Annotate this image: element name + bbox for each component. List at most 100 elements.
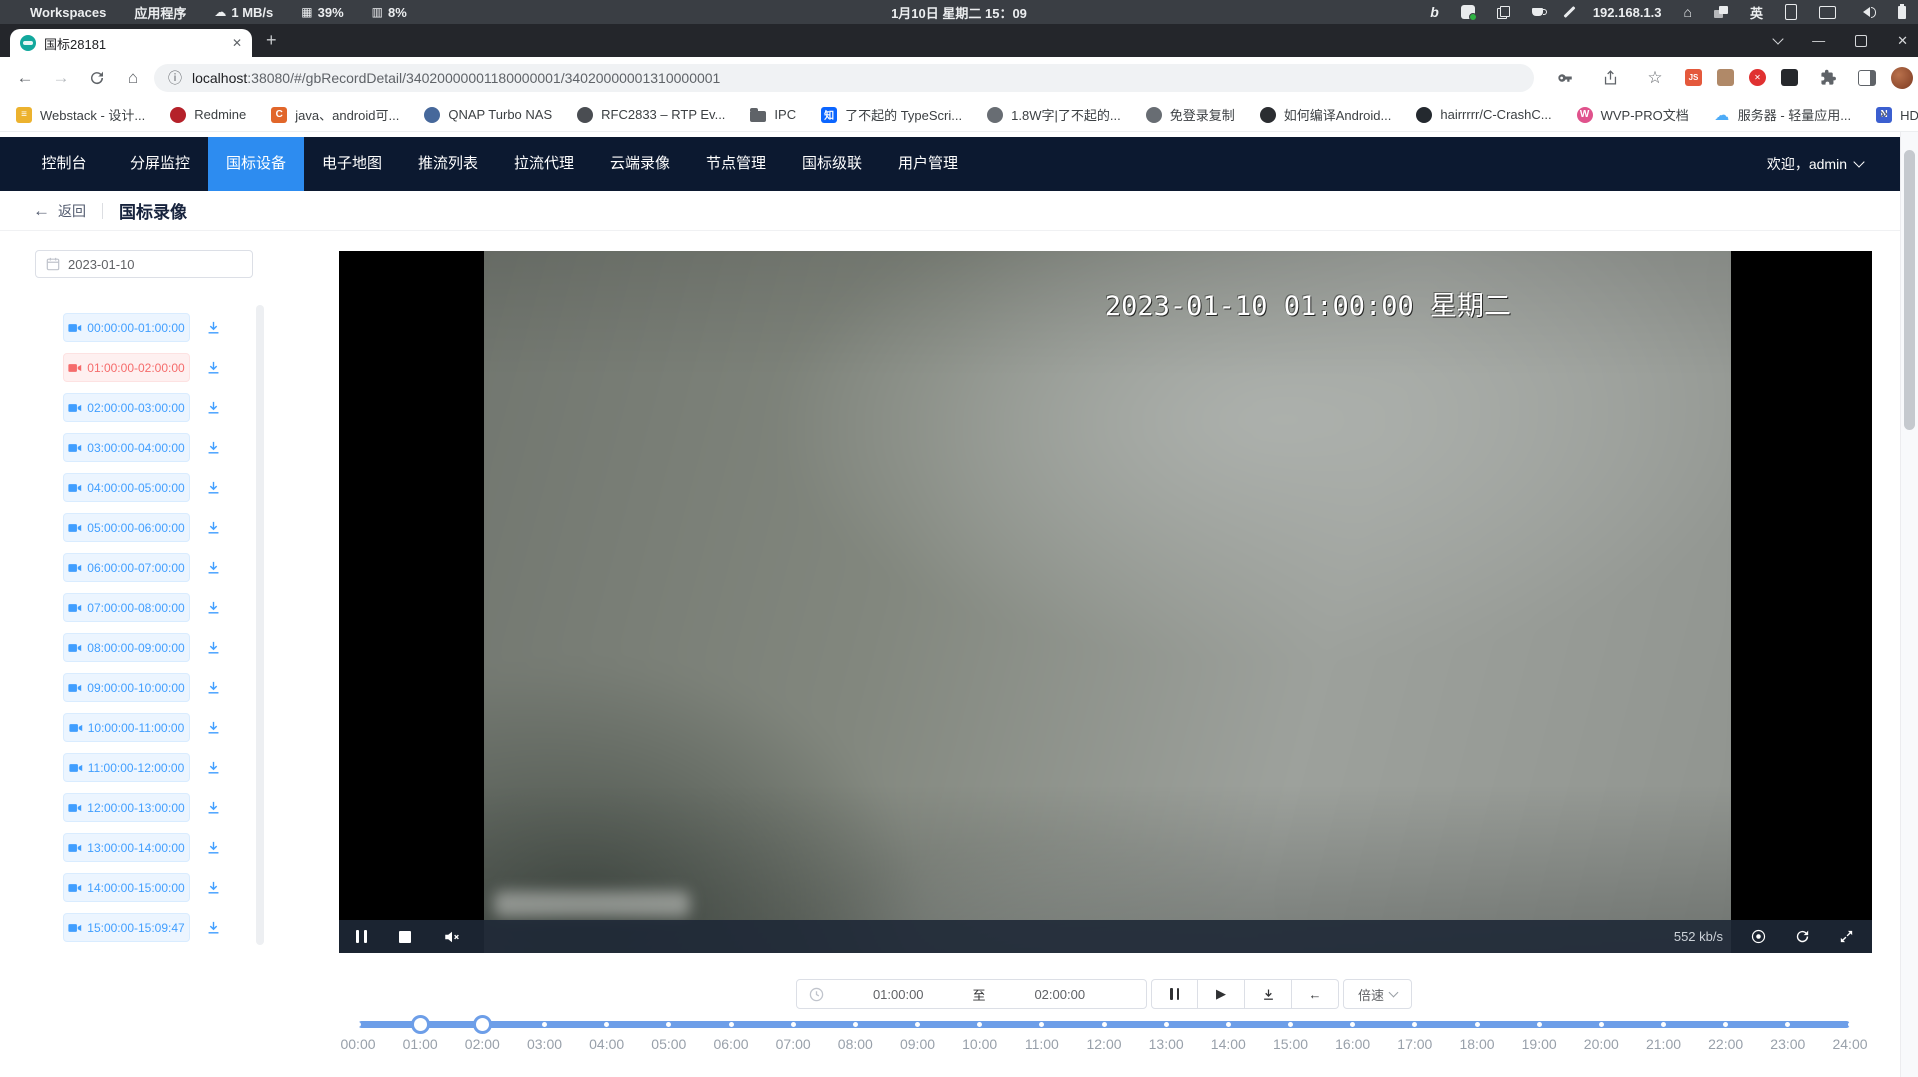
url-text[interactable]: localhost:38080/#/gbRecordDetail/3402000…	[192, 70, 720, 86]
player-pause-icon[interactable]	[356, 930, 367, 943]
download-icon[interactable]	[205, 399, 222, 416]
record-time-button[interactable]: 12:00:00-13:00:00	[63, 793, 190, 822]
home-tray-icon[interactable]: ⌂	[1684, 4, 1692, 20]
timeline-slider[interactable]: 00:0001:0002:0003:0004:0005:0006:0007:00…	[358, 1017, 1850, 1077]
address-bar[interactable]: ⓘ localhost:38080/#/gbRecordDetail/34020…	[154, 64, 1534, 92]
record-time-button[interactable]: 15:00:00-15:09:47	[63, 913, 190, 942]
bookmark[interactable]: C java、android可...	[271, 105, 399, 124]
bookmark[interactable]: ☁ 服务器 - 轻量应用...	[1714, 105, 1851, 124]
user-menu[interactable]: 欢迎，admin	[1767, 154, 1901, 174]
back-button[interactable]: ←	[10, 63, 40, 93]
download-icon[interactable]	[205, 599, 222, 616]
video-player[interactable]: 2023-01-10 01:00:00 星期二 552 kb/s	[339, 251, 1872, 953]
input-method-indicator[interactable]: 英	[1750, 3, 1763, 22]
download-icon[interactable]	[205, 719, 222, 736]
end-time-value[interactable]: 02:00:00	[986, 987, 1135, 1002]
coffee-tray-icon[interactable]	[1532, 8, 1543, 16]
nav-tab[interactable]: 电子地图	[304, 137, 400, 191]
player-mute-icon[interactable]	[443, 928, 461, 946]
download-button[interactable]	[1245, 979, 1292, 1009]
download-icon[interactable]	[205, 919, 222, 936]
new-tab-button[interactable]: +	[266, 24, 277, 57]
fullscreen-icon[interactable]	[1838, 928, 1855, 945]
refresh-icon[interactable]	[1794, 928, 1811, 945]
bookmarks-overflow-icon[interactable]: »	[1880, 105, 1896, 122]
nav-tab[interactable]: 国标级联	[784, 137, 880, 191]
password-key-icon[interactable]	[1550, 63, 1580, 93]
nav-tab[interactable]: 节点管理	[688, 137, 784, 191]
nav-tab[interactable]: 国标设备	[208, 137, 304, 191]
speed-dropdown[interactable]: 倍速	[1343, 979, 1412, 1009]
browser-tab[interactable]: 国标28181 ✕	[10, 29, 252, 57]
sidebar-scrollbar[interactable]	[256, 305, 264, 945]
bookmark[interactable]: 1.8W字|了不起的...	[987, 105, 1121, 124]
forward-button[interactable]: →	[46, 63, 76, 93]
seek-back-button[interactable]: ←	[1292, 979, 1339, 1009]
download-icon[interactable]	[205, 559, 222, 576]
record-time-button[interactable]: 00:00:00-01:00:00	[63, 313, 190, 342]
bookmark[interactable]: IPC	[750, 107, 796, 122]
tab-close-icon[interactable]: ✕	[232, 36, 242, 50]
pen-tray-icon[interactable]	[1563, 6, 1575, 18]
download-icon[interactable]	[205, 319, 222, 336]
download-icon[interactable]	[205, 879, 222, 896]
date-picker[interactable]: 2023-01-10	[35, 250, 253, 278]
rotation-tray-icon[interactable]	[1785, 4, 1797, 20]
extension-tan-icon[interactable]	[1717, 69, 1734, 86]
record-time-button[interactable]: 06:00:00-07:00:00	[63, 553, 190, 582]
window-close-button[interactable]: ✕	[1897, 33, 1908, 49]
bookmark[interactable]: 免登录复制	[1146, 105, 1235, 124]
bookmark[interactable]: Redmine	[170, 107, 246, 123]
bookmark[interactable]: W WVP-PRO文档	[1577, 105, 1689, 124]
workspaces-menu[interactable]: Workspaces	[30, 5, 106, 20]
bookmark[interactable]: 如何编译Android...	[1260, 105, 1392, 124]
record-time-button[interactable]: 09:00:00-10:00:00	[63, 673, 190, 702]
nav-tab[interactable]: 用户管理	[880, 137, 976, 191]
display-tray-icon[interactable]	[1819, 6, 1836, 19]
nav-tab[interactable]: 云端录像	[592, 137, 688, 191]
extension-dark-icon[interactable]	[1781, 69, 1798, 86]
home-button[interactable]: ⌂	[118, 63, 148, 93]
bookmark[interactable]: hairrrrr/C-CrashC...	[1416, 107, 1551, 123]
windows-tray-icon[interactable]	[1714, 6, 1728, 18]
snapshot-icon[interactable]	[1750, 928, 1767, 945]
record-time-button[interactable]: 03:00:00-04:00:00	[63, 433, 190, 462]
nav-tab[interactable]: 分屏监控	[112, 137, 208, 191]
start-time-value[interactable]: 01:00:00	[824, 987, 973, 1002]
download-icon[interactable]	[205, 479, 222, 496]
time-range-input[interactable]: 01:00:00 至 02:00:00	[796, 979, 1147, 1009]
extensions-puzzle-icon[interactable]	[1813, 63, 1843, 93]
play-button[interactable]: ▶	[1198, 979, 1245, 1009]
volume-tray-icon[interactable]	[1858, 7, 1876, 18]
record-time-button[interactable]: 11:00:00-12:00:00	[63, 753, 190, 782]
download-icon[interactable]	[205, 759, 222, 776]
download-icon[interactable]	[205, 839, 222, 856]
clipboard-tray-icon[interactable]	[1497, 6, 1510, 19]
download-icon[interactable]	[205, 639, 222, 656]
side-panel-icon[interactable]	[1858, 70, 1876, 86]
back-link[interactable]: ← 返回	[33, 201, 86, 221]
tab-search-icon[interactable]	[1774, 39, 1782, 43]
record-time-button[interactable]: 02:00:00-03:00:00	[63, 393, 190, 422]
bookmark[interactable]: ≡ Webstack - 设计...	[16, 105, 145, 124]
app-tray-icon[interactable]	[1461, 5, 1475, 19]
nav-tab[interactable]: 控制台	[16, 137, 112, 191]
timeline-handle[interactable]	[473, 1015, 492, 1034]
scrollbar-thumb[interactable]	[1904, 150, 1915, 430]
record-time-button[interactable]: 10:00:00-11:00:00	[63, 713, 190, 742]
download-icon[interactable]	[205, 359, 222, 376]
nav-tab[interactable]: 拉流代理	[496, 137, 592, 191]
share-icon[interactable]	[1595, 63, 1625, 93]
bookmark[interactable]: QNAP Turbo NAS	[424, 107, 552, 123]
window-maximize-button[interactable]	[1855, 35, 1867, 47]
pause-button[interactable]	[1151, 979, 1198, 1009]
site-info-icon[interactable]: ⓘ	[168, 68, 182, 88]
profile-avatar[interactable]	[1891, 67, 1913, 89]
bookmark[interactable]: 知 了不起的 TypeScri...	[821, 105, 962, 124]
player-stop-icon[interactable]	[399, 931, 411, 943]
record-time-button[interactable]: 01:00:00-02:00:00	[63, 353, 190, 382]
nav-tab[interactable]: 推流列表	[400, 137, 496, 191]
bookmark-star-icon[interactable]: ☆	[1640, 63, 1670, 93]
ip-address[interactable]: 192.168.1.3	[1593, 5, 1662, 20]
download-icon[interactable]	[205, 439, 222, 456]
